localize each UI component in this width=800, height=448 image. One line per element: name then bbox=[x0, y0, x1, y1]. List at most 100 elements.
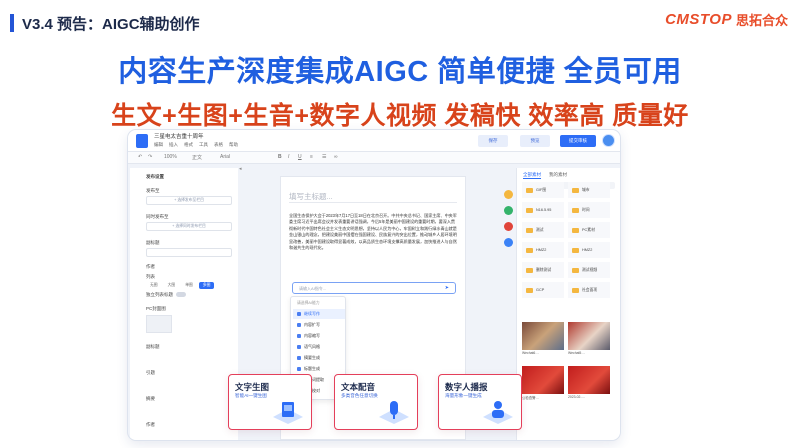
italic-icon[interactable]: I bbox=[288, 154, 289, 160]
save-button[interactable]: 保存 bbox=[478, 135, 508, 147]
folder-item[interactable]: HMZ2 bbox=[568, 242, 610, 258]
format-toolbar: ↶ ↷ 100% 正文 Arial B I U ≡ ☰ ∞ bbox=[128, 152, 620, 164]
video-tool-icon[interactable] bbox=[504, 222, 513, 231]
title-placeholder[interactable]: 填写主标题... bbox=[289, 191, 333, 202]
ai-menu-label: 继续写作 bbox=[304, 311, 320, 316]
field-label: 同时发布至 bbox=[146, 214, 169, 219]
ability-icon bbox=[297, 312, 301, 316]
menu-item[interactable]: 编辑 bbox=[154, 142, 163, 148]
card-title: 文字生图 bbox=[235, 382, 270, 392]
font-select[interactable]: Arial bbox=[220, 154, 230, 160]
media-thumbnail[interactable] bbox=[522, 366, 564, 394]
title-accent-bar bbox=[10, 14, 14, 32]
folder-label: 时间 bbox=[582, 207, 590, 212]
undo-icon[interactable]: ↶ bbox=[138, 154, 142, 160]
segment-option[interactable]: 大图 bbox=[164, 282, 180, 289]
media-thumbnail[interactable] bbox=[522, 322, 564, 350]
logo-wordmark: CMSTOP bbox=[665, 11, 732, 28]
thumb-label: PC封面图 bbox=[146, 306, 166, 311]
segment-option[interactable]: 单图 bbox=[181, 282, 197, 289]
segment-option[interactable]: 无图 bbox=[146, 282, 162, 289]
folder-item[interactable]: GCP bbox=[522, 282, 564, 298]
folder-item[interactable]: HMZ2 bbox=[522, 242, 564, 258]
zoom-select[interactable]: 100% bbox=[164, 154, 177, 160]
list-style-segment: 无图 大图 单图 多图 bbox=[146, 282, 215, 289]
bold-icon[interactable]: B bbox=[278, 154, 282, 160]
publish-to-field[interactable]: + 选择发布至栏目 bbox=[146, 196, 232, 205]
article-body[interactable]: 全国生态保护大会于2023年7月17日至18日在北京召开。中共中央总书记、国家主… bbox=[289, 213, 459, 251]
redo-icon[interactable]: ↷ bbox=[148, 154, 152, 160]
document-title[interactable]: 三星电太吉重十周年 bbox=[154, 132, 204, 140]
image-generation-icon bbox=[273, 402, 303, 424]
folder-item[interactable]: 删除测试 bbox=[522, 262, 564, 278]
folder-item[interactable]: GIF图 bbox=[522, 182, 564, 198]
ai-menu-item[interactable]: 继续写作 bbox=[293, 309, 345, 319]
folder-item[interactable]: 城市 bbox=[568, 182, 610, 198]
ai-menu-label: 内容缩写 bbox=[304, 333, 320, 338]
folder-item[interactable]: 时间 bbox=[568, 202, 610, 218]
card-subtitle: 多类音色任意切换 bbox=[341, 393, 378, 398]
folder-item[interactable]: PC素材 bbox=[568, 222, 610, 238]
card-title: 文本配音 bbox=[341, 382, 376, 392]
toggle-label: 独立列表标题 bbox=[146, 292, 173, 297]
style-select[interactable]: 正文 bbox=[192, 154, 202, 161]
title-divider bbox=[289, 202, 457, 203]
ai-menu-label: 内容扩写 bbox=[304, 322, 320, 327]
headline-primary: 内容生产深度集成AIGC 简单便捷 全员可用 bbox=[118, 56, 682, 88]
folder-item[interactable]: N16.5.95 bbox=[522, 202, 564, 218]
media-thumbnail[interactable] bbox=[568, 366, 610, 394]
folder-label: GIF图 bbox=[536, 187, 547, 192]
ai-menu-heading: 请选择AI能力 bbox=[297, 301, 320, 305]
tab-all-materials[interactable]: 全部素材 bbox=[523, 172, 541, 179]
underline-icon[interactable]: U bbox=[298, 154, 302, 160]
material-tabs: 全部素材 我的素材 bbox=[523, 172, 567, 179]
ai-menu-item[interactable]: 摘要生成 bbox=[293, 353, 345, 363]
menu-item[interactable]: 工具 bbox=[199, 142, 208, 148]
ability-icon bbox=[297, 367, 301, 371]
cover-image-upload[interactable] bbox=[146, 315, 172, 333]
tab-my-materials[interactable]: 我的素材 bbox=[549, 172, 567, 179]
ai-menu-item[interactable]: 标题生成 bbox=[293, 364, 345, 374]
brand-logo: CMSTOP 思拓合众 bbox=[665, 10, 788, 29]
media-thumbnail[interactable] bbox=[568, 322, 610, 350]
audio-tool-icon[interactable] bbox=[504, 238, 513, 247]
panel-heading: 发布设置 bbox=[146, 174, 164, 179]
submit-review-button[interactable]: 提交审核 bbox=[560, 135, 596, 147]
folder-label: 城市 bbox=[582, 187, 590, 192]
ai-prompt-placeholder: 请输入AI指令... bbox=[299, 286, 327, 291]
folder-icon bbox=[526, 227, 533, 233]
digital-human-icon bbox=[483, 401, 513, 424]
feature-card-text-to-image[interactable]: 文字生图 智能AI一键生图 bbox=[228, 374, 312, 430]
ai-menu-item[interactable]: 内容缩写 bbox=[293, 331, 345, 341]
ai-assistant-icon[interactable] bbox=[504, 190, 513, 199]
card-subtitle: 海量形象一键生成 bbox=[445, 393, 482, 398]
image-tool-icon[interactable] bbox=[504, 206, 513, 215]
feature-card-text-to-speech[interactable]: 文本配音 多类音色任意切换 bbox=[334, 374, 418, 430]
list-icon[interactable]: ☰ bbox=[322, 154, 326, 160]
card-title: 数字人播报 bbox=[445, 382, 488, 392]
subtitle-field[interactable] bbox=[146, 248, 232, 257]
folder-item[interactable]: 社会面项 bbox=[568, 282, 610, 298]
ai-menu-item[interactable]: 语气风格 bbox=[293, 342, 345, 352]
folder-icon bbox=[572, 267, 579, 273]
avatar[interactable] bbox=[602, 134, 615, 147]
menu-item[interactable]: 格式 bbox=[184, 142, 193, 148]
align-icon[interactable]: ≡ bbox=[310, 154, 313, 160]
ai-menu-item[interactable]: 内容扩写 bbox=[293, 320, 345, 330]
collapse-panel-icon[interactable]: ◂ bbox=[239, 166, 242, 172]
segment-option-selected[interactable]: 多图 bbox=[198, 282, 215, 289]
menu-item[interactable]: 表格 bbox=[214, 142, 223, 148]
ai-prompt-input[interactable]: 请输入AI指令... ➤ bbox=[292, 282, 456, 294]
preview-button[interactable]: 预览 bbox=[520, 135, 550, 147]
copublish-field[interactable]: + 选择同时发布栏目 bbox=[146, 222, 232, 231]
folder-icon bbox=[526, 287, 533, 293]
menu-item[interactable]: 帮助 bbox=[229, 142, 238, 148]
folder-item[interactable]: 测试 bbox=[522, 222, 564, 238]
link-icon[interactable]: ∞ bbox=[334, 154, 338, 160]
menu-item[interactable]: 插入 bbox=[169, 142, 178, 148]
folder-item[interactable]: 测试视频 bbox=[568, 262, 610, 278]
send-icon[interactable]: ➤ bbox=[445, 285, 449, 291]
list-title-toggle[interactable] bbox=[176, 292, 186, 297]
feature-card-digital-human[interactable]: 数字人播报 海量形象一键生成 bbox=[438, 374, 522, 430]
field-label: 作者 bbox=[146, 422, 155, 427]
